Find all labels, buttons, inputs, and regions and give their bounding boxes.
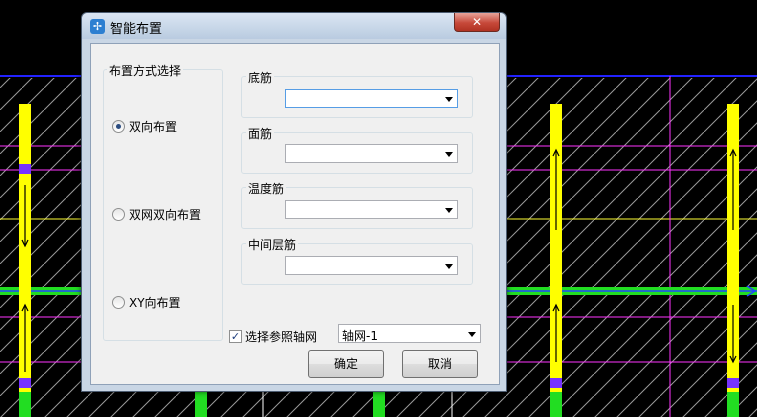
radio-label-bidirectional: 双向布置 [129,120,178,134]
middle-layer-rebar-title: 中间层筋 [246,236,299,253]
chevron-down-icon [445,152,453,157]
green-stub-1 [195,392,207,417]
temperature-rebar-select[interactable] [285,200,458,219]
chevron-down-icon [468,332,476,337]
radio-option-xy[interactable]: XY向布置 [112,294,181,311]
app-icon: ✢ [90,19,105,34]
dialog-title: 智能布置 [110,22,163,37]
middle-layer-rebar-select[interactable] [285,256,458,275]
radio-option-bidirectional[interactable]: 双向布置 [112,118,177,135]
middle-layer-rebar-group: 中间层筋 [241,236,473,285]
cancel-button[interactable]: 取消 [402,350,478,378]
reference-axis-value: 轴网-1 [342,329,378,343]
reference-axis-checkbox-row[interactable]: ✓ 选择参照轴网 [229,328,317,345]
temperature-rebar-group: 温度筋 [241,180,473,229]
layout-method-group: 布置方式选择 双向布置 双网双向布置 XY向布置 [103,62,223,341]
temperature-rebar-title: 温度筋 [246,180,287,197]
smart-layout-dialog[interactable]: ✢ 智能布置 ✕ 布置方式选择 双向布置 双网双向布置 XY向布置 底筋 面筋 … [81,12,507,392]
green-stub-3 [550,392,562,417]
radio-label-xy: XY向布置 [129,296,181,310]
chevron-down-icon [445,97,453,102]
radio-label-double-mesh: 双网双向布置 [129,208,202,222]
radio-button-bidirectional[interactable] [112,120,125,133]
ok-button[interactable]: 确定 [308,350,384,378]
bottom-rebar-title: 底筋 [246,69,275,86]
radio-button-xy[interactable] [112,296,125,309]
marker-purple-right-1 [550,378,562,388]
bottom-rebar-group: 底筋 [241,69,473,118]
close-button[interactable]: ✕ [454,13,500,32]
green-stub-left [19,392,31,417]
reference-axis-checkbox[interactable]: ✓ [229,330,242,343]
top-rebar-group: 面筋 [241,125,473,174]
dialog-client-area: 布置方式选择 双向布置 双网双向布置 XY向布置 底筋 面筋 温度筋 中间层筋 … [90,43,500,385]
marker-purple-left-1 [19,164,31,174]
top-rebar-select[interactable] [285,144,458,163]
green-stub-2 [373,392,385,417]
dialog-titlebar[interactable]: ✢ 智能布置 ✕ [82,13,506,39]
top-rebar-title: 面筋 [246,125,275,142]
layout-method-group-title: 布置方式选择 [107,62,184,79]
bottom-rebar-select[interactable] [285,89,458,108]
reference-axis-label: 选择参照轴网 [245,330,318,344]
chevron-down-icon [445,208,453,213]
green-stub-4 [727,392,739,417]
radio-option-double-mesh[interactable]: 双网双向布置 [112,206,201,223]
marker-purple-right-2 [727,378,739,388]
reference-axis-select[interactable]: 轴网-1 [338,324,481,343]
radio-button-double-mesh[interactable] [112,208,125,221]
marker-purple-left-2 [19,378,31,388]
chevron-down-icon [445,264,453,269]
